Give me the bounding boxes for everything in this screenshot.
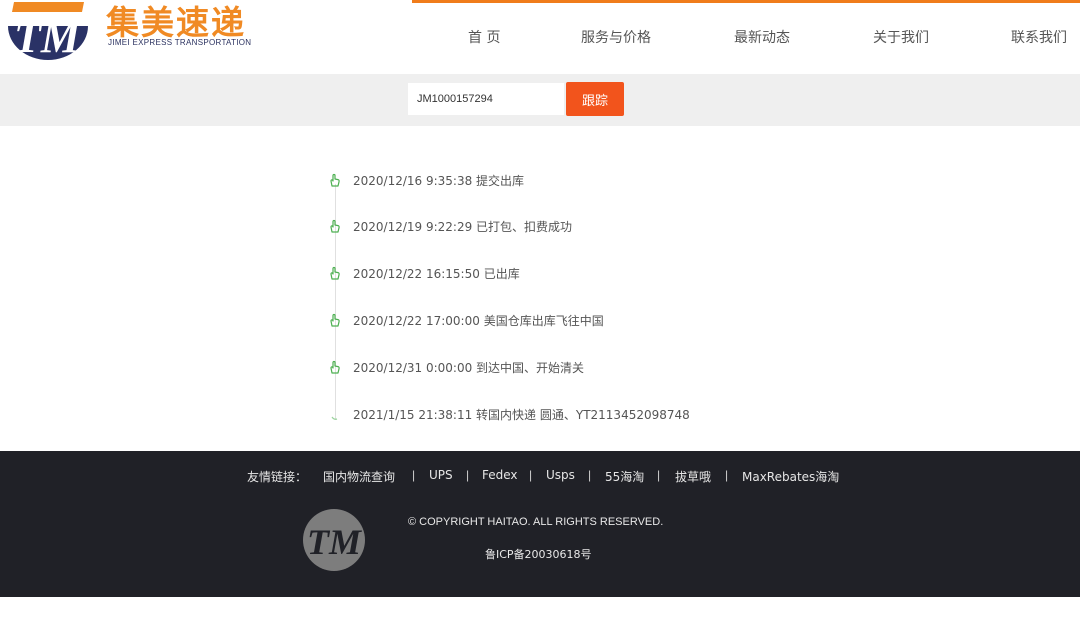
link-55haitao[interactable]: 55海淘	[605, 468, 644, 485]
link-separator: |	[657, 468, 661, 482]
link-separator: |	[466, 468, 470, 482]
link-separator: |	[725, 468, 729, 482]
link-bacaoo[interactable]: 拔草哦	[675, 468, 711, 485]
page-bottom-margin	[0, 597, 1080, 630]
timeline-item-text: 2020/12/22 17:00:00 美国仓库出库飞往中国	[353, 314, 604, 328]
timeline-item-text: 2020/12/16 9:35:38 提交出库	[353, 174, 525, 188]
link-separator: |	[588, 468, 592, 482]
footer-logo-icon: TM	[303, 509, 365, 571]
timeline-item-text: 2021/1/15 21:38:11 转国内快递 圆通、YT2113452098…	[353, 408, 690, 422]
hand-pointer-icon	[330, 266, 340, 280]
copyright-text: © COPYRIGHT HAITAO. ALL RIGHTS RESERVED.	[408, 516, 664, 528]
link-separator: |	[529, 468, 533, 482]
site-header: TM 集美速递 JIMEI EXPRESS TRANSPORTATION 首 页…	[0, 0, 1080, 74]
link-maxrebates[interactable]: MaxRebates海淘	[742, 468, 839, 485]
timeline-item-text: 2020/12/22 16:15:50 已出库	[353, 267, 520, 281]
track-button[interactable]: 跟踪	[566, 82, 624, 116]
link-separator: |	[412, 468, 416, 482]
link-domestic-logistics[interactable]: 国内物流查询	[323, 468, 395, 485]
nav-contact[interactable]: 联系我们	[1011, 27, 1067, 47]
main-nav: 首 页 服务与价格 最新动态 关于我们 联系我们	[0, 27, 1080, 47]
timeline-end-dot-icon	[331, 416, 338, 420]
tracking-timeline: 2020/12/16 9:35:38 提交出库 2020/12/19 9:22:…	[0, 126, 1080, 451]
hand-pointer-icon	[330, 360, 340, 374]
nav-services-pricing[interactable]: 服务与价格	[581, 27, 651, 47]
timeline-item: 2020/12/22 16:15:50 已出库	[328, 263, 1028, 283]
timeline-item-text: 2020/12/19 9:22:29 已打包、扣费成功	[353, 220, 573, 234]
nav-news[interactable]: 最新动态	[734, 27, 790, 47]
icp-license[interactable]: 鲁ICP备20030618号	[485, 546, 592, 562]
link-usps[interactable]: Usps	[546, 468, 575, 482]
timeline-item: 2020/12/22 17:00:00 美国仓库出库飞往中国	[328, 310, 1028, 330]
friend-links-label: 友情链接：	[247, 470, 308, 484]
svg-text:TM: TM	[307, 522, 363, 562]
link-fedex[interactable]: Fedex	[482, 468, 518, 482]
header-accent-bar	[412, 0, 1080, 3]
tracking-search-bar: 跟踪	[0, 74, 1080, 126]
timeline-item: 2021/1/15 21:38:11 转国内快递 圆通、YT2113452098…	[328, 404, 1028, 424]
nav-about[interactable]: 关于我们	[873, 27, 929, 47]
hand-pointer-icon	[330, 313, 340, 327]
nav-home[interactable]: 首 页	[468, 27, 500, 47]
timeline-item: 2020/12/16 9:35:38 提交出库	[328, 170, 1028, 190]
timeline-item-text: 2020/12/31 0:00:00 到达中国、开始清关	[353, 361, 585, 375]
tracking-number-input[interactable]	[408, 83, 564, 115]
timeline-item: 2020/12/31 0:00:00 到达中国、开始清关	[328, 357, 1028, 377]
timeline-item: 2020/12/19 9:22:29 已打包、扣费成功	[328, 216, 1028, 236]
hand-pointer-icon	[330, 219, 340, 233]
site-footer: 友情链接： 国内物流查询 | UPS | Fedex | Usps | 55海淘…	[0, 451, 1080, 597]
friend-links: 友情链接： 国内物流查询 | UPS | Fedex | Usps | 55海淘…	[0, 468, 1080, 486]
hand-pointer-icon	[330, 173, 340, 187]
link-ups[interactable]: UPS	[429, 468, 453, 482]
